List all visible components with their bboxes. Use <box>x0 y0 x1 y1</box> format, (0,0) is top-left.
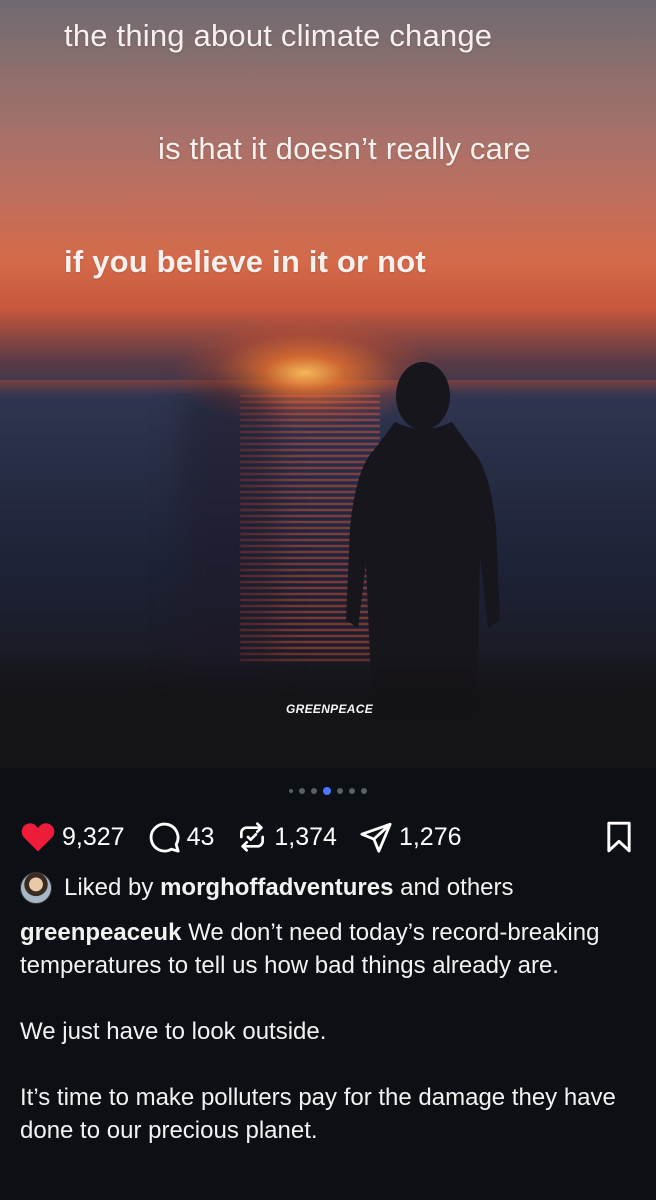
carousel-indicator <box>0 768 656 814</box>
like-count: 9,327 <box>62 822 125 851</box>
avatar[interactable] <box>20 872 52 904</box>
overlay-text-line-3: if you believe in it or not <box>64 244 426 279</box>
like-button[interactable]: 9,327 <box>20 821 125 853</box>
caption-paragraph: It’s time to make polluters pay for the … <box>20 1084 616 1144</box>
repost-button[interactable]: 1,374 <box>236 821 337 853</box>
carousel-dot <box>337 788 343 794</box>
carousel-dot <box>361 788 367 794</box>
liked-by-row[interactable]: Liked by morghoffadventures and others <box>0 872 656 904</box>
liked-by-suffix: and others <box>400 874 514 901</box>
greenpeace-logo: GREENPEACE <box>286 702 374 716</box>
caption-paragraph: We just have to look outside. <box>20 1018 327 1045</box>
overlay-text-line-2: is that it doesn’t really care <box>158 131 532 166</box>
carousel-dot-active <box>323 787 331 795</box>
liked-by-user[interactable]: morghoffadventures <box>160 874 393 902</box>
comment-count: 43 <box>186 822 215 851</box>
caption-paragraph: greenpeaceuk We don’t need today’s recor… <box>20 916 636 982</box>
carousel-dot <box>349 788 355 794</box>
carousel-dot <box>289 789 293 793</box>
comment-button[interactable]: 43 <box>147 820 215 854</box>
caption-username[interactable]: greenpeaceuk <box>20 919 181 946</box>
heart-icon <box>21 823 55 852</box>
send-icon <box>360 822 392 853</box>
action-bar: 9,327 43 1,374 1,276 <box>0 814 656 860</box>
post-image[interactable]: the thing about climate change is that i… <box>0 0 656 768</box>
post-caption: greenpeaceuk We don’t need today’s recor… <box>0 904 656 1147</box>
carousel-dot <box>299 788 305 794</box>
overlay-text-line-1: the thing about climate change <box>64 18 493 53</box>
share-button[interactable]: 1,276 <box>359 820 462 854</box>
repost-count: 1,374 <box>274 822 337 851</box>
blurred-figure <box>180 380 275 680</box>
comment-bubble-icon <box>149 822 180 853</box>
carousel-dot <box>311 788 317 794</box>
repost-icon <box>240 822 265 852</box>
bookmark-icon[interactable] <box>604 821 634 853</box>
share-count: 1,276 <box>398 822 462 851</box>
liked-by-prefix: Liked by <box>64 874 154 901</box>
